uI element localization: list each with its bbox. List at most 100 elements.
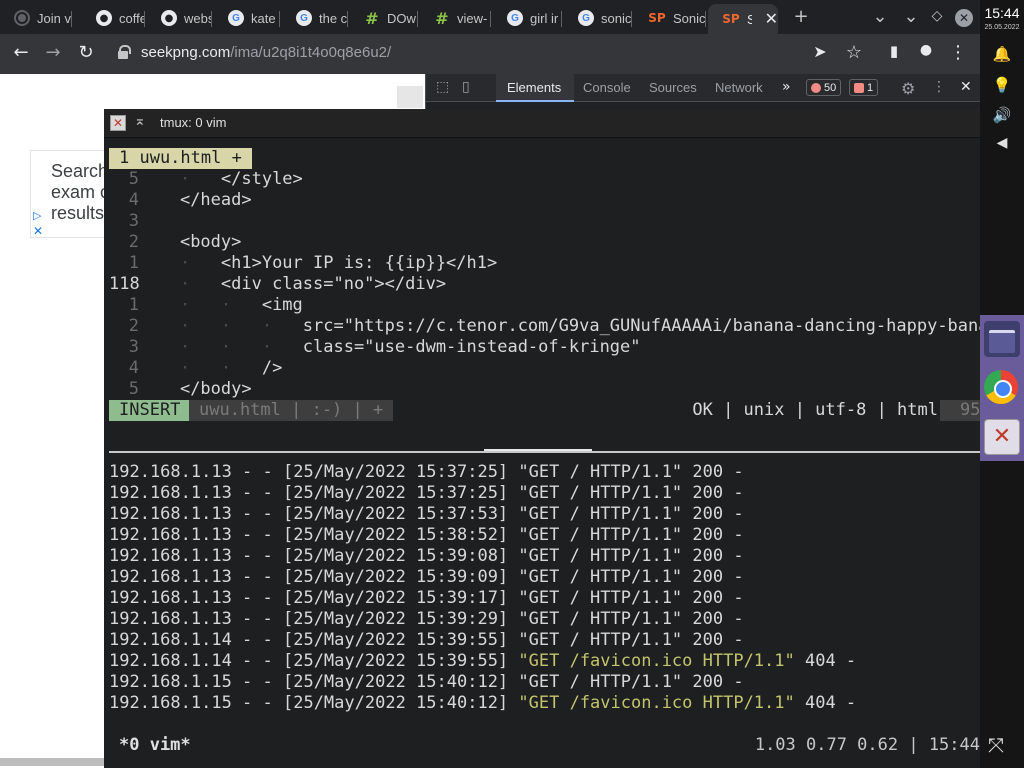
tmux-close-button[interactable]: ✕ bbox=[110, 115, 126, 131]
indent-guides bbox=[139, 232, 180, 252]
vim-line[interactable]: 5 </body> bbox=[109, 379, 980, 400]
profile-icon[interactable]: ● bbox=[914, 42, 938, 58]
tab-separator bbox=[279, 11, 280, 27]
log-request: "GET / HTTP/1.1" bbox=[518, 588, 683, 608]
vim-line[interactable]: 3 bbox=[109, 211, 980, 232]
browser-tab[interactable]: ● coffe bbox=[82, 4, 145, 32]
devtools-menu-icon[interactable]: ⋮ bbox=[932, 79, 946, 95]
tab-close-icon[interactable]: ✕ bbox=[765, 9, 778, 29]
browser-tab[interactable]: Join v bbox=[0, 4, 72, 32]
tmux-window[interactable]: ✕ ⌅ tmux: 0 vim 1 uwu.html + 5 · </style… bbox=[104, 109, 980, 768]
window-close-button[interactable]: ✕ bbox=[955, 9, 973, 27]
inspect-element-icon[interactable]: ⬚ bbox=[436, 79, 449, 95]
vim-tabline[interactable]: 1 uwu.html + bbox=[109, 148, 252, 169]
browser-tab[interactable]: Ggirl ir bbox=[493, 4, 562, 32]
vim-buffer[interactable]: 5 · </style> 4 </head> 3 2 <body> 1 · <h1>Yo… bbox=[109, 169, 980, 400]
tab-title: the c bbox=[319, 10, 347, 26]
reload-icon[interactable]: ↻ bbox=[74, 42, 98, 63]
vim-line[interactable]: 2 · · · src="https://c.tenor.com/G9va_GU… bbox=[109, 316, 980, 337]
vim-line[interactable]: 3 · · · class="use-dwm-instead-of-kringe… bbox=[109, 337, 980, 358]
tab-network[interactable]: Network bbox=[715, 80, 763, 95]
vim-line[interactable]: 4 </head> bbox=[109, 190, 980, 211]
address-bar[interactable]: seekpng.com/ima/u2q8i1t4o0q8e6u2/ bbox=[141, 44, 391, 61]
maximize-button[interactable]: ◇ bbox=[925, 8, 949, 24]
tmux-window-title: tmux: 0 vim bbox=[160, 115, 227, 130]
log-suffix: 200 - bbox=[682, 525, 744, 545]
vim-line[interactable]: 1 · <h1>Your IP is: {{ip}}</h1> bbox=[109, 253, 980, 274]
ad-text: Search exam c results bbox=[51, 161, 109, 223]
tab-title: So bbox=[747, 11, 752, 27]
vim-line[interactable]: 4 · · /> bbox=[109, 358, 980, 379]
ad-banner[interactable]: Search exam c results ▷ ✕ bbox=[30, 150, 110, 238]
browser-tab[interactable]: Gkate bbox=[214, 4, 280, 32]
url-host: seekpng.com bbox=[141, 44, 231, 61]
forward-icon[interactable]: → bbox=[41, 42, 65, 63]
device-toolbar-icon[interactable]: ▯ bbox=[462, 79, 470, 95]
server-log-pane[interactable]: 192.168.1.13 - - [25/May/2022 15:37:25] … bbox=[109, 462, 980, 714]
browser-tab[interactable]: Gsonic bbox=[564, 4, 632, 32]
tab-separator bbox=[490, 11, 491, 27]
code-text: <body> bbox=[179, 232, 242, 252]
log-line: 192.168.1.14 - - [25/May/2022 15:39:55] … bbox=[109, 630, 980, 651]
more-tabs-icon[interactable]: » bbox=[782, 79, 791, 95]
tab-separator bbox=[144, 11, 145, 27]
tab-title: girl ir bbox=[530, 10, 559, 26]
log-suffix: 200 - bbox=[682, 609, 744, 629]
browser-tab[interactable]: ● webs bbox=[147, 4, 212, 32]
tab-elements[interactable]: Elements bbox=[507, 80, 561, 95]
lock-icon[interactable] bbox=[118, 45, 131, 59]
page-scrollbar[interactable] bbox=[397, 86, 423, 108]
send-icon[interactable]: ➤ bbox=[808, 42, 832, 61]
browser-tab[interactable]: SP Sonic bbox=[634, 4, 706, 32]
tab-separator bbox=[71, 11, 72, 27]
ad-close-icon[interactable]: ✕ bbox=[33, 224, 43, 237]
bell-icon[interactable]: 🔔 bbox=[991, 45, 1013, 63]
log-request: "GET / HTTP/1.1" bbox=[518, 672, 683, 692]
menu-icon[interactable]: ⋮ bbox=[946, 42, 970, 63]
vim-line[interactable]: 1 · · <img bbox=[109, 295, 980, 316]
browser-tab[interactable]: # view- bbox=[420, 4, 491, 32]
browser-tab[interactable]: Gthe c bbox=[282, 4, 348, 32]
expand-arrows-icon[interactable]: ⤧ bbox=[988, 733, 1004, 757]
tmux-maximize-icon[interactable]: ⌅ bbox=[134, 113, 146, 129]
vim-line[interactable]: 5 · </style> bbox=[109, 169, 980, 190]
tmux-window-list[interactable]: *0 vim* bbox=[119, 735, 191, 756]
volume-icon[interactable]: 🔊 bbox=[991, 106, 1013, 124]
hashtag-icon: # bbox=[365, 8, 379, 28]
line-number: 2 bbox=[128, 316, 139, 336]
bulb-icon[interactable]: 💡 bbox=[991, 76, 1013, 94]
back-icon[interactable]: ← bbox=[9, 42, 33, 63]
vim-mode: INSERT bbox=[109, 400, 191, 421]
page-horizontal-scrollbar[interactable] bbox=[0, 758, 110, 766]
log-prefix: 192.168.1.13 - - [25/May/2022 15:39:17] bbox=[109, 588, 519, 608]
issue-icon bbox=[854, 82, 864, 93]
new-tab-button[interactable]: + bbox=[789, 6, 813, 27]
tab-search-button[interactable]: ⌄ bbox=[868, 6, 892, 27]
file-manager-icon[interactable] bbox=[984, 321, 1020, 357]
tab-sources[interactable]: Sources bbox=[649, 80, 697, 95]
vim-line[interactable]: 2 <body> bbox=[109, 232, 980, 253]
side-panel-icon[interactable]: ▮ bbox=[882, 42, 906, 60]
tab-console[interactable]: Console bbox=[583, 80, 631, 95]
xkill-icon[interactable]: ✕ bbox=[984, 419, 1020, 455]
ad-choices-icon[interactable]: ▷ bbox=[33, 209, 41, 222]
pane-divider[interactable] bbox=[109, 451, 980, 453]
star-icon[interactable]: ☆ bbox=[842, 42, 866, 63]
gear-icon[interactable]: ⚙ bbox=[901, 79, 915, 98]
vim-scroll-percent: 95 bbox=[940, 400, 980, 421]
line-number: 3 bbox=[128, 337, 139, 357]
chrome-icon[interactable] bbox=[984, 370, 1018, 404]
vim-line[interactable]: 118 · <div class="no"></div> bbox=[109, 274, 980, 295]
errors-badge[interactable]: 50 bbox=[806, 79, 842, 96]
browser-tab[interactable]: SP So ✕ bbox=[708, 4, 778, 34]
log-prefix: 192.168.1.15 - - [25/May/2022 15:40:12] bbox=[109, 672, 519, 692]
ghost-icon bbox=[14, 10, 30, 26]
tab-separator bbox=[347, 11, 348, 27]
browser-tab[interactable]: # DOw bbox=[350, 4, 418, 32]
issues-badge[interactable]: 1 bbox=[849, 79, 879, 96]
log-line: 192.168.1.15 - - [25/May/2022 15:40:12] … bbox=[109, 693, 980, 714]
collapse-icon[interactable]: ◀ bbox=[991, 135, 1013, 151]
tmux-titlebar[interactable]: ✕ ⌅ tmux: 0 vim bbox=[104, 109, 980, 138]
minimize-button[interactable]: ⌄ bbox=[899, 6, 923, 27]
devtools-close-icon[interactable]: ✕ bbox=[960, 79, 972, 95]
